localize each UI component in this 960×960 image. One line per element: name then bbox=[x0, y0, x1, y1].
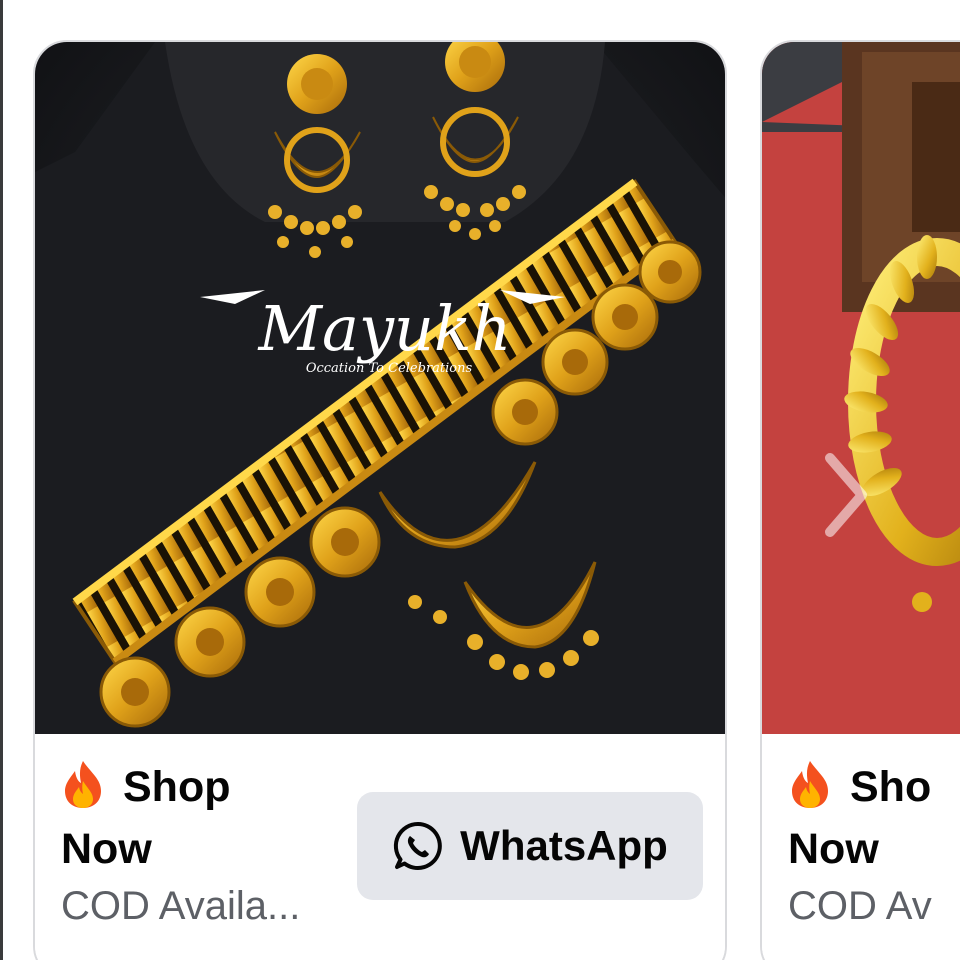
headline: Sho Now bbox=[788, 756, 960, 880]
product-image[interactable]: Mayukh Occation To Celebrations bbox=[35, 42, 725, 734]
headline-line-2: Now bbox=[61, 825, 152, 873]
headline-line-2: Now bbox=[788, 825, 879, 873]
whatsapp-icon bbox=[392, 820, 444, 872]
chevron-right-icon bbox=[825, 453, 867, 537]
svg-text:Mayukh: Mayukh bbox=[258, 292, 512, 365]
fire-emoji-icon bbox=[788, 759, 832, 809]
svg-text:Occation To Celebrations: Occation To Celebrations bbox=[306, 361, 473, 376]
subtitle: COD Av bbox=[788, 884, 932, 928]
card-cta: Shop Now COD Availa... WhatsApp bbox=[35, 734, 725, 960]
card-cta: Sho Now COD Av bbox=[762, 734, 960, 960]
whatsapp-button[interactable]: WhatsApp bbox=[357, 792, 703, 900]
product-card[interactable]: Mayukh Occation To Celebrations Shop Now… bbox=[33, 40, 727, 960]
headline-line-1: Sho bbox=[850, 763, 932, 811]
headline-line-1: Shop bbox=[123, 763, 231, 811]
product-image[interactable] bbox=[762, 42, 960, 734]
whatsapp-button-label: WhatsApp bbox=[460, 822, 668, 869]
fire-emoji-icon bbox=[61, 759, 105, 809]
headline: Shop Now bbox=[61, 756, 361, 880]
carousel-next-button[interactable] bbox=[810, 450, 880, 540]
subtitle: COD Availa... bbox=[61, 884, 301, 928]
product-carousel[interactable]: Mayukh Occation To Celebrations Shop Now… bbox=[0, 0, 960, 960]
